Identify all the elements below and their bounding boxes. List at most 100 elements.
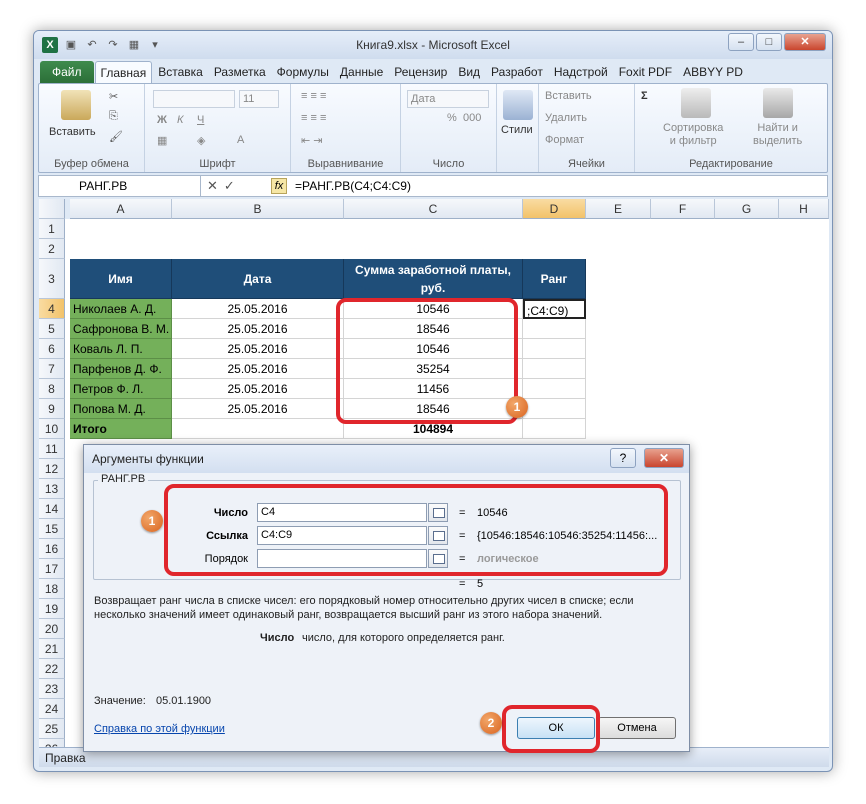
- table-row-name-cell[interactable]: Сафронова В. М.: [70, 319, 172, 339]
- font-name-input[interactable]: [153, 90, 235, 108]
- find-select-label[interactable]: Найти и выделить: [753, 122, 802, 148]
- formula-input[interactable]: =РАНГ.РВ(C4;C4:C9): [295, 178, 411, 194]
- tab-layout[interactable]: Разметка: [209, 61, 271, 83]
- column-header-c[interactable]: C: [344, 199, 523, 219]
- close-button[interactable]: ✕: [784, 33, 826, 51]
- row-header-24[interactable]: 24: [39, 699, 65, 719]
- table-row-date-cell[interactable]: 25.05.2016: [172, 379, 344, 399]
- autosum-icon[interactable]: Σ: [641, 90, 648, 102]
- row-header-17[interactable]: 17: [39, 559, 65, 579]
- tab-review[interactable]: Рецензир: [389, 61, 452, 83]
- table-row-name-cell[interactable]: Петров Ф. Л.: [70, 379, 172, 399]
- find-select-icon[interactable]: [763, 88, 793, 118]
- row-header-21[interactable]: 21: [39, 639, 65, 659]
- format-cells-button[interactable]: Формат: [545, 134, 584, 146]
- header-rank-cell[interactable]: Ранг: [523, 259, 586, 299]
- table-row-name-cell[interactable]: Коваль Л. П.: [70, 339, 172, 359]
- tab-home[interactable]: Главная: [94, 61, 153, 83]
- maximize-button[interactable]: □: [756, 33, 782, 51]
- row-header-18[interactable]: 18: [39, 579, 65, 599]
- table-row-date-cell[interactable]: 25.05.2016: [172, 299, 344, 319]
- row-header-20[interactable]: 20: [39, 619, 65, 639]
- column-header-h[interactable]: H: [779, 199, 829, 219]
- row-header-16[interactable]: 16: [39, 539, 65, 559]
- table-row-name-cell[interactable]: Парфенов Д. Ф.: [70, 359, 172, 379]
- table-row-rank-cell[interactable]: [523, 339, 586, 359]
- row-header-7[interactable]: 7: [39, 359, 65, 379]
- dialog-help-button[interactable]: ?: [610, 448, 636, 468]
- row-header-13[interactable]: 13: [39, 479, 65, 499]
- row-header-4[interactable]: 4: [39, 299, 65, 319]
- row-header-15[interactable]: 15: [39, 519, 65, 539]
- number-format-select[interactable]: Дата: [407, 90, 489, 108]
- table-row-rank-cell[interactable]: [523, 359, 586, 379]
- table-row-rank-cell[interactable]: [523, 319, 586, 339]
- table-row-date-cell[interactable]: 25.05.2016: [172, 339, 344, 359]
- minimize-button[interactable]: –: [728, 33, 754, 51]
- table-row-rank-cell[interactable]: [523, 399, 586, 419]
- enter-icon[interactable]: ✓: [224, 178, 235, 194]
- table-row-rank-cell[interactable]: [523, 379, 586, 399]
- insert-function-button[interactable]: fx: [271, 178, 287, 194]
- sort-filter-icon[interactable]: [681, 88, 711, 118]
- dialog-close-button[interactable]: ✕: [644, 448, 684, 468]
- table-row-name-cell[interactable]: Попова М. Д.: [70, 399, 172, 419]
- tab-foxit[interactable]: Foxit PDF: [614, 61, 677, 83]
- row-header-9[interactable]: 9: [39, 399, 65, 419]
- font-color-icon[interactable]: A: [237, 134, 244, 146]
- row-header-2[interactable]: 2: [39, 239, 65, 259]
- tab-file[interactable]: Файл: [40, 61, 94, 83]
- table-row-date-cell[interactable]: 25.05.2016: [172, 319, 344, 339]
- sort-filter-label[interactable]: Сортировка и фильтр: [663, 122, 723, 148]
- cut-icon[interactable]: ✂: [109, 90, 118, 103]
- header-name-cell[interactable]: Имя: [70, 259, 172, 299]
- indent-icon[interactable]: ⇤ ⇥: [301, 134, 323, 147]
- tab-view[interactable]: Вид: [453, 61, 485, 83]
- styles-icon[interactable]: [503, 90, 533, 120]
- column-header-f[interactable]: F: [651, 199, 715, 219]
- row-header-1[interactable]: 1: [39, 219, 65, 239]
- column-header-a[interactable]: A: [70, 199, 172, 219]
- fill-color-icon[interactable]: ◈: [197, 134, 205, 147]
- italic-button[interactable]: К: [177, 114, 183, 126]
- row-header-10[interactable]: 10: [39, 419, 65, 439]
- tab-developer[interactable]: Разработ: [486, 61, 548, 83]
- tab-abbyy[interactable]: ABBYY PD: [678, 61, 748, 83]
- tab-addins[interactable]: Надстрой: [549, 61, 613, 83]
- column-header-d[interactable]: D: [523, 199, 586, 219]
- row-header-3[interactable]: 3: [39, 259, 65, 299]
- cancel-button[interactable]: Отмена: [598, 717, 676, 739]
- borders-icon[interactable]: ▦: [157, 134, 167, 147]
- row-header-8[interactable]: 8: [39, 379, 65, 399]
- percent-button[interactable]: %: [447, 112, 457, 124]
- copy-icon[interactable]: ⎘: [109, 110, 118, 123]
- row-header-14[interactable]: 14: [39, 499, 65, 519]
- select-all-corner[interactable]: [39, 199, 65, 219]
- font-size-input[interactable]: 11: [239, 90, 279, 108]
- column-header-g[interactable]: G: [715, 199, 779, 219]
- row-header-11[interactable]: 11: [39, 439, 65, 459]
- total-rank-cell[interactable]: [523, 419, 586, 439]
- row-header-22[interactable]: 22: [39, 659, 65, 679]
- tab-data[interactable]: Данные: [335, 61, 388, 83]
- table-row-date-cell[interactable]: 25.05.2016: [172, 399, 344, 419]
- total-date-cell[interactable]: [172, 419, 344, 439]
- table-row-name-cell[interactable]: Николаев А. Д.: [70, 299, 172, 319]
- delete-cells-button[interactable]: Удалить: [545, 112, 587, 124]
- tab-insert[interactable]: Вставка: [153, 61, 208, 83]
- underline-button[interactable]: Ч: [197, 114, 204, 126]
- row-header-23[interactable]: 23: [39, 679, 65, 699]
- help-link[interactable]: Справка по этой функции: [94, 723, 225, 735]
- column-header-b[interactable]: B: [172, 199, 344, 219]
- tab-formulas[interactable]: Формулы: [272, 61, 334, 83]
- thousands-button[interactable]: 000: [463, 112, 481, 124]
- paste-icon[interactable]: [61, 90, 91, 120]
- bold-button[interactable]: Ж: [157, 114, 167, 126]
- insert-cells-button[interactable]: Вставить: [545, 90, 592, 102]
- name-box[interactable]: РАНГ.РВ: [39, 176, 201, 196]
- row-header-25[interactable]: 25: [39, 719, 65, 739]
- row-header-5[interactable]: 5: [39, 319, 65, 339]
- align-top-icon[interactable]: ≡ ≡ ≡: [301, 90, 326, 102]
- total-label-cell[interactable]: Итого: [70, 419, 172, 439]
- table-row-date-cell[interactable]: 25.05.2016: [172, 359, 344, 379]
